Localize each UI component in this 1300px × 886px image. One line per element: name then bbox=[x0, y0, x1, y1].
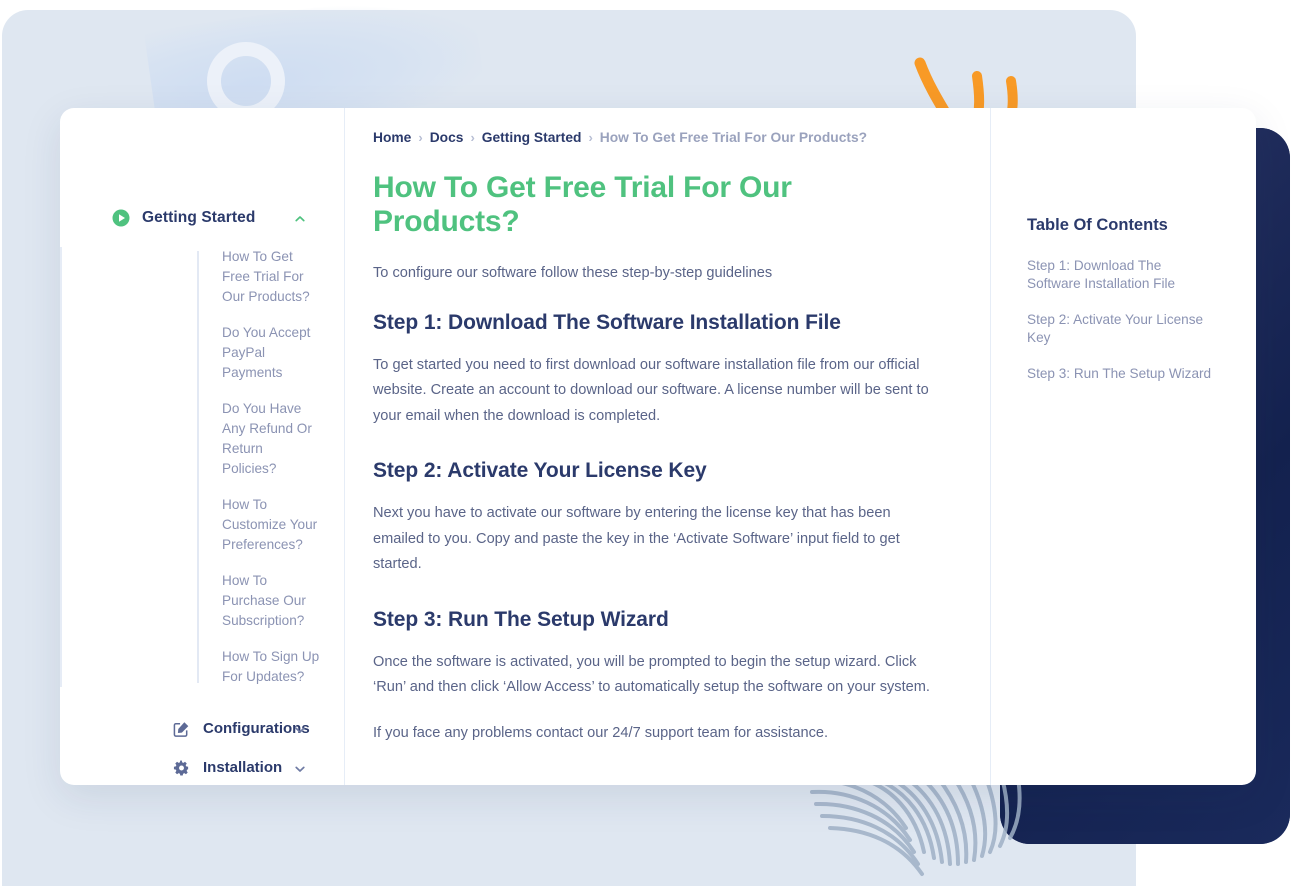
play-circle-icon bbox=[112, 209, 130, 227]
chevron-down-icon[interactable] bbox=[294, 762, 306, 774]
sidebar-subitem[interactable]: How To Sign Up For Updates? bbox=[62, 647, 344, 687]
breadcrumb-separator-icon: › bbox=[470, 130, 475, 145]
section-heading: Step 3: Run The Setup Wizard bbox=[373, 607, 669, 631]
section-heading: Step 2: Activate Your License Key bbox=[373, 459, 707, 482]
section-heading: Step 1: Download The Software Installati… bbox=[373, 310, 841, 334]
chevron-down-icon[interactable] bbox=[294, 723, 306, 735]
sidebar-nav: Getting Started How To Get Free Trial Fo… bbox=[60, 108, 345, 785]
breadcrumb-item-home[interactable]: Home bbox=[373, 130, 411, 145]
article-section-step-2: Step 2: Activate Your License Key Next y… bbox=[373, 459, 942, 578]
sidebar-subitem[interactable]: How To Get Free Trial For Our Products? bbox=[62, 247, 344, 307]
breadcrumb-separator-icon: › bbox=[588, 130, 593, 145]
gear-icon bbox=[173, 759, 190, 776]
section-body: To get started you need to first downloa… bbox=[373, 356, 929, 424]
documentation-card: Getting Started How To Get Free Trial Fo… bbox=[60, 108, 1256, 785]
article-content: Home › Docs › Getting Started › How To G… bbox=[345, 108, 990, 785]
section-body: Once the software is activated, you will… bbox=[373, 653, 930, 696]
article-section-step-3: Step 3: Run The Setup Wizard Once the so… bbox=[373, 608, 942, 747]
sidebar-subitem[interactable]: Do You Accept PayPal Payments bbox=[62, 323, 344, 383]
sidebar-subitem[interactable]: How To Customize Your Preferences? bbox=[62, 495, 344, 555]
sidebar-item-configurations[interactable]: Configurations bbox=[60, 709, 344, 748]
breadcrumb-item-docs[interactable]: Docs bbox=[430, 130, 464, 145]
sidebar-sublist: How To Get Free Trial For Our Products? … bbox=[60, 247, 344, 687]
article-section-step-1: Step 1: Download The Software Installati… bbox=[373, 311, 942, 430]
fingerprint-icon bbox=[806, 776, 1036, 886]
toc-item-step-2[interactable]: Step 2: Activate Your License Key bbox=[1027, 311, 1216, 347]
page-title: How To Get Free Trial For Our Products? bbox=[373, 171, 792, 238]
sidebar-item-label: Getting Started bbox=[142, 209, 256, 226]
edit-square-icon bbox=[173, 720, 190, 737]
toc-item-step-1[interactable]: Step 1: Download The Software Installati… bbox=[1027, 257, 1216, 293]
breadcrumb: Home › Docs › Getting Started › How To G… bbox=[373, 130, 942, 145]
sidebar-subitem[interactable]: Do You Have Any Refund Or Return Policie… bbox=[62, 399, 344, 479]
breadcrumb-item-current: How To Get Free Trial For Our Products? bbox=[599, 130, 868, 145]
toc-item-step-3[interactable]: Step 3: Run The Setup Wizard bbox=[1027, 365, 1216, 383]
chevron-up-icon[interactable] bbox=[294, 212, 306, 224]
article-intro: To configure our software follow these s… bbox=[373, 265, 773, 281]
table-of-contents: Table Of Contents Step 1: Download The S… bbox=[990, 108, 1256, 785]
sidebar-group-label: Installation bbox=[203, 759, 283, 776]
breadcrumb-item-getting-started[interactable]: Getting Started bbox=[482, 130, 582, 145]
toc-title: Table Of Contents bbox=[1027, 216, 1168, 234]
sidebar-item-installation[interactable]: Installation bbox=[60, 748, 344, 785]
sidebar-item-getting-started[interactable]: Getting Started bbox=[60, 201, 344, 235]
breadcrumb-separator-icon: › bbox=[418, 130, 423, 145]
section-body-secondary: If you face any problems contact our 24/… bbox=[373, 724, 829, 741]
section-body: Next you have to activate our software b… bbox=[373, 505, 900, 572]
sidebar-subitem[interactable]: How To Purchase Our Subscription? bbox=[62, 571, 344, 631]
